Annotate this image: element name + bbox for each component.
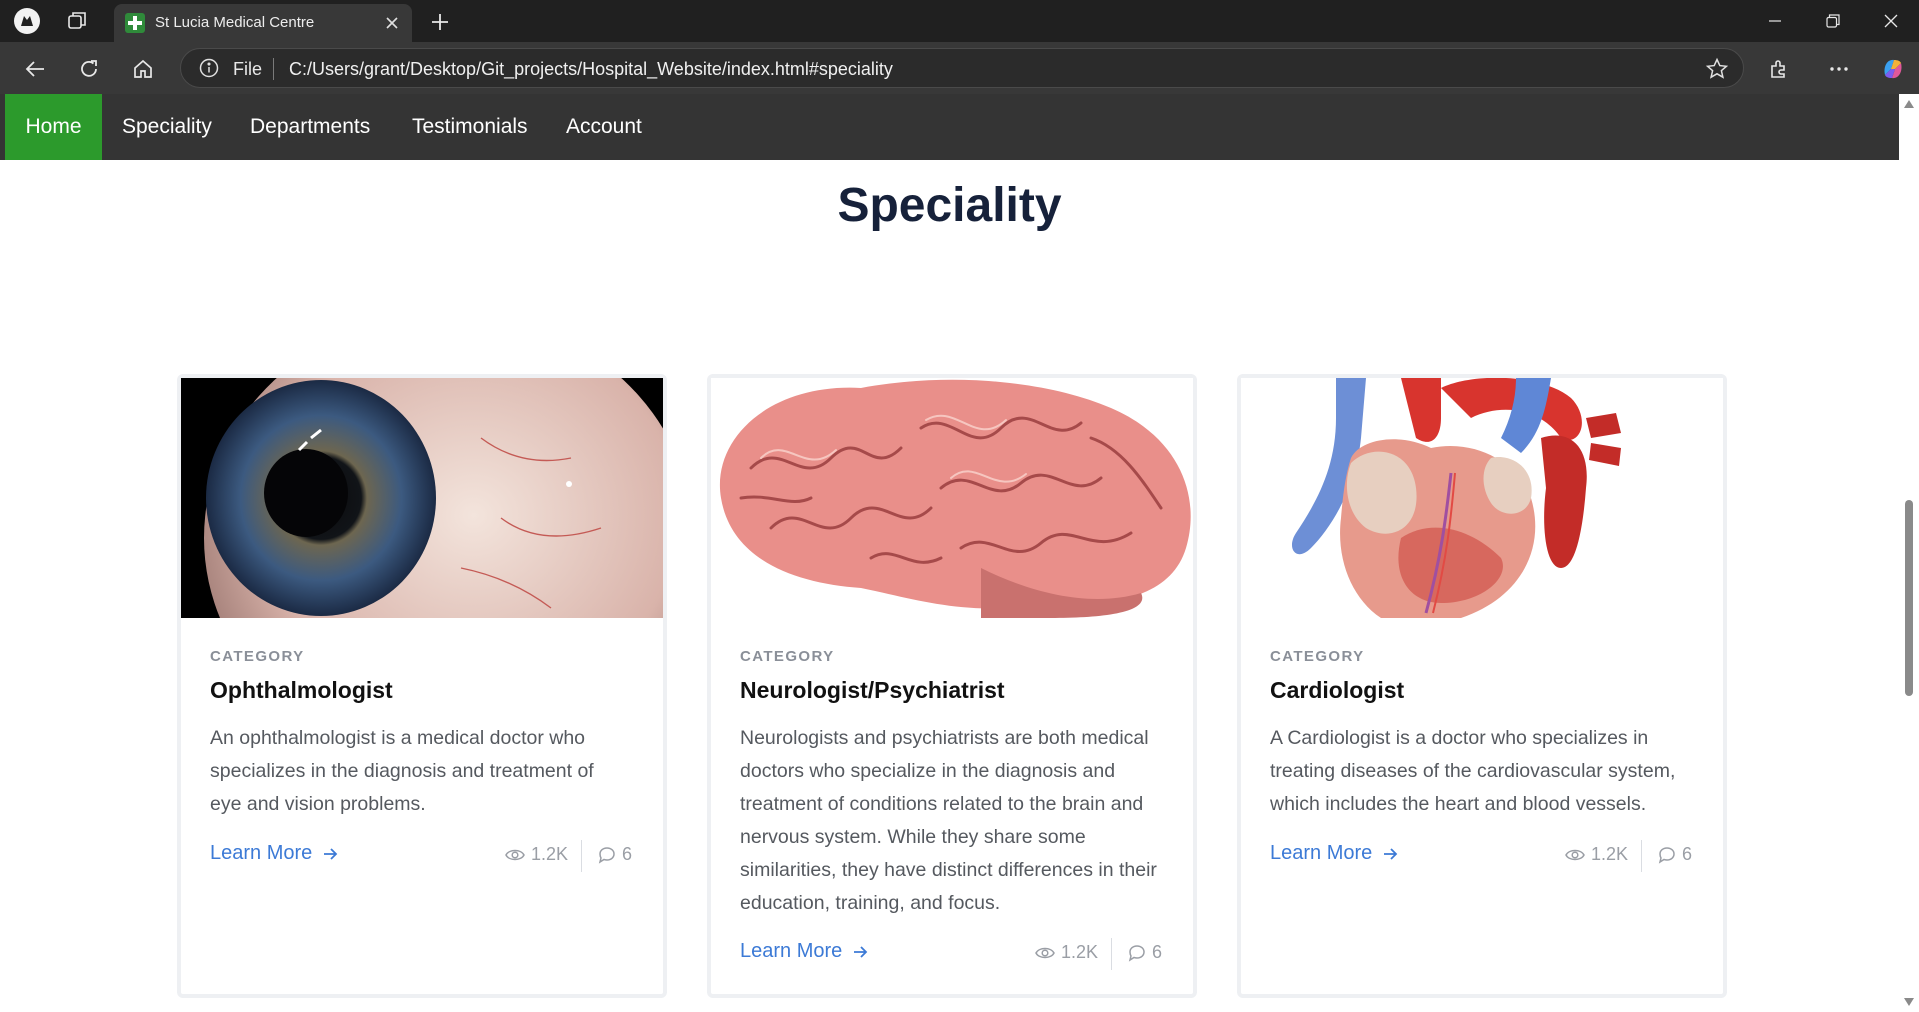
favorite-star-icon[interactable] xyxy=(1705,57,1729,81)
comment-icon xyxy=(598,846,615,864)
speciality-card-ophthalmologist: CATEGORY Ophthalmologist An ophthalmolog… xyxy=(177,374,667,998)
card-title: Neurologist/Psychiatrist xyxy=(740,677,1005,703)
card-category: CATEGORY xyxy=(740,648,835,665)
medical-cross-icon xyxy=(125,13,145,33)
comments-value: 6 xyxy=(621,844,632,864)
learn-more-link[interactable]: Learn More xyxy=(1270,842,1398,865)
browser-tab[interactable]: St Lucia Medical Centre xyxy=(114,4,412,42)
card-category: CATEGORY xyxy=(1270,648,1365,665)
address-url[interactable]: C:/Users/grant/Desktop/Git_projects/Hosp… xyxy=(289,59,893,80)
learn-more-label: Learn More xyxy=(210,842,313,864)
comment-icon xyxy=(1658,846,1675,864)
nav-testimonials[interactable]: Testimonials xyxy=(392,94,548,160)
comment-icon xyxy=(1128,944,1145,962)
new-tab-icon[interactable] xyxy=(426,8,454,36)
card-footer: Learn More 1.2K 6 xyxy=(740,938,1162,970)
views-value: 1.2K xyxy=(1060,942,1098,962)
card-title: Cardiologist xyxy=(1270,677,1405,703)
stats-divider xyxy=(1111,938,1112,970)
speciality-card-neurologist: CATEGORY Neurologist/Psychiatrist Neurol… xyxy=(707,374,1197,998)
views-count: 1.2K xyxy=(1565,844,1628,865)
card-footer: Learn More 1.2K 6 xyxy=(1270,840,1692,872)
views-value: 1.2K xyxy=(1590,844,1628,864)
comments-value: 6 xyxy=(1151,942,1162,962)
home-icon[interactable] xyxy=(126,52,160,86)
minimize-icon[interactable] xyxy=(1746,0,1804,42)
workspaces-icon[interactable] xyxy=(62,6,92,36)
speciality-card-cardiologist: CATEGORY Cardiologist A Cardiologist is … xyxy=(1237,374,1727,998)
stats-divider xyxy=(581,840,582,872)
browser-tab-bar: St Lucia Medical Centre xyxy=(0,0,1919,42)
brain-image xyxy=(711,378,1193,618)
views-count: 1.2K xyxy=(505,844,568,865)
back-icon[interactable] xyxy=(18,52,52,86)
learn-more-link[interactable]: Learn More xyxy=(740,940,868,963)
card-footer: Learn More 1.2K 6 xyxy=(210,840,632,872)
card-body: CATEGORY Ophthalmologist An ophthalmolog… xyxy=(210,648,630,821)
views-value: 1.2K xyxy=(530,844,568,864)
eye-image xyxy=(181,378,663,618)
card-body: CATEGORY Neurologist/Psychiatrist Neurol… xyxy=(740,648,1160,920)
nav-departments[interactable]: Departments xyxy=(230,94,390,160)
arrow-right-icon xyxy=(1384,847,1398,860)
views-count: 1.2K xyxy=(1035,942,1098,963)
close-window-icon[interactable] xyxy=(1862,0,1919,42)
more-options-icon[interactable] xyxy=(1822,52,1856,86)
learn-more-label: Learn More xyxy=(740,940,843,962)
comments-count: 6 xyxy=(1658,844,1692,865)
card-description: A Cardiologist is a doctor who specializ… xyxy=(1270,727,1676,815)
tab-title: St Lucia Medical Centre xyxy=(155,14,315,31)
nav-speciality[interactable]: Speciality xyxy=(102,94,232,160)
section-title: Speciality xyxy=(837,179,1062,232)
address-bar[interactable]: File C:/Users/grant/Desktop/Git_projects… xyxy=(180,48,1744,88)
card-description: Neurologists and psychiatrists are both … xyxy=(740,727,1157,914)
scroll-thumb[interactable] xyxy=(1905,500,1913,696)
stats-divider xyxy=(1641,840,1642,872)
extensions-icon[interactable] xyxy=(1762,52,1796,86)
scroll-down-arrow-icon[interactable] xyxy=(1904,998,1914,1006)
copilot-icon[interactable] xyxy=(1876,52,1910,86)
scroll-up-arrow-icon[interactable] xyxy=(1904,100,1914,108)
eye-icon xyxy=(505,849,525,860)
info-icon[interactable] xyxy=(199,58,219,78)
profile-icon[interactable] xyxy=(12,6,42,36)
nav-home[interactable]: Home xyxy=(5,94,102,160)
site-navbar: Home Speciality Departments Testimonials… xyxy=(0,94,1899,160)
address-separator xyxy=(273,58,274,80)
learn-more-link[interactable]: Learn More xyxy=(210,842,338,865)
comments-count: 6 xyxy=(598,844,632,865)
browser-toolbar: File C:/Users/grant/Desktop/Git_projects… xyxy=(0,42,1919,94)
eye-icon xyxy=(1565,849,1585,860)
reload-icon[interactable] xyxy=(72,52,106,86)
card-body: CATEGORY Cardiologist A Cardiologist is … xyxy=(1270,648,1690,821)
learn-more-label: Learn More xyxy=(1270,842,1373,864)
address-scheme-label: File xyxy=(233,59,263,79)
page-viewport: Home Speciality Departments Testimonials… xyxy=(0,94,1919,1012)
arrow-right-icon xyxy=(854,945,868,958)
comments-count: 6 xyxy=(1128,942,1162,963)
page-scrollbar[interactable] xyxy=(1899,94,1919,1012)
heart-image xyxy=(1241,378,1723,618)
restore-icon[interactable] xyxy=(1804,0,1862,42)
comments-value: 6 xyxy=(1681,844,1692,864)
close-tab-icon[interactable] xyxy=(380,11,404,35)
eye-icon xyxy=(1035,947,1055,958)
nav-account[interactable]: Account xyxy=(546,94,662,160)
card-description: An ophthalmologist is a medical doctor w… xyxy=(210,727,594,815)
card-title: Ophthalmologist xyxy=(210,677,393,703)
arrow-right-icon xyxy=(324,847,338,860)
card-category: CATEGORY xyxy=(210,648,305,665)
